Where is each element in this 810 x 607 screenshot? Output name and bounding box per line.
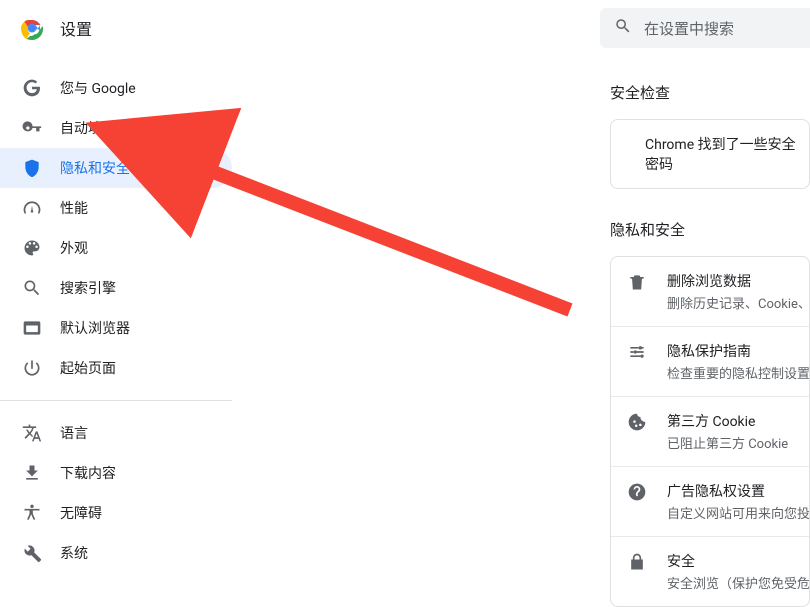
sidebar-label: 语言: [60, 423, 88, 443]
row-clear-browsing-data[interactable]: 删除浏览数据 删除历史记录、Cookie、: [611, 257, 809, 326]
row-sub: 自定义网站可用来向您投: [667, 503, 810, 522]
row-sub: 检查重要的隐私控制设置: [667, 363, 810, 382]
content-area: 安全检查 Chrome 找到了一些安全 密码 隐私和安全 删除浏览数据 删除历史…: [610, 70, 810, 607]
sidebar-item-languages[interactable]: 语言: [0, 413, 232, 453]
ads-icon: [627, 482, 647, 502]
row-sub: 删除历史记录、Cookie、: [667, 293, 810, 312]
shield-icon: [22, 158, 42, 178]
search-input[interactable]: 在设置中搜索: [600, 8, 810, 48]
speedometer-icon: [22, 198, 42, 218]
translate-icon: [22, 423, 42, 443]
security-check-card[interactable]: Chrome 找到了一些安全 密码: [610, 119, 810, 189]
sidebar-label: 您与 Google: [60, 78, 136, 98]
row-title: 安全: [667, 551, 810, 571]
accessibility-icon: [22, 503, 42, 523]
sidebar-label: 系统: [60, 543, 88, 563]
row-privacy-guide[interactable]: 隐私保护指南 检查重要的隐私控制设置: [611, 326, 809, 396]
row-security[interactable]: 安全 安全浏览（保护您免受危: [611, 536, 809, 606]
sidebar-item-downloads[interactable]: 下载内容: [0, 453, 232, 493]
row-third-party-cookies[interactable]: 第三方 Cookie 已阻止第三方 Cookie: [611, 396, 809, 466]
row-title: 广告隐私权设置: [667, 481, 810, 501]
download-icon: [22, 463, 42, 483]
sidebar-label: 自动填充和密码: [60, 118, 158, 138]
sidebar-label: 默认浏览器: [60, 318, 130, 338]
row-sub: 已阻止第三方 Cookie: [667, 433, 788, 452]
sidebar-item-search-engine[interactable]: 搜索引擎: [0, 268, 232, 308]
row-title: 删除浏览数据: [667, 271, 810, 291]
sidebar-label: 外观: [60, 238, 88, 258]
row-title: 隐私保护指南: [667, 341, 810, 361]
power-icon: [22, 358, 42, 378]
sidebar-label: 搜索引擎: [60, 278, 116, 298]
sidebar-item-accessibility[interactable]: 无障碍: [0, 493, 232, 533]
palette-icon: [22, 238, 42, 258]
cookie-icon: [627, 412, 647, 432]
sidebar-label: 下载内容: [60, 463, 116, 483]
lock-icon: [627, 552, 647, 572]
sidebar-label: 隐私和安全: [60, 158, 130, 178]
section-title-security-check: 安全检查: [610, 82, 810, 103]
sidebar-item-appearance[interactable]: 外观: [0, 228, 232, 268]
sidebar-item-system[interactable]: 系统: [0, 533, 232, 573]
row-ad-privacy[interactable]: 广告隐私权设置 自定义网站可用来向您投: [611, 466, 809, 536]
chrome-logo-icon: [20, 16, 44, 40]
trash-icon: [627, 272, 647, 292]
section-title-privacy: 隐私和安全: [610, 219, 810, 240]
sidebar-item-autofill[interactable]: 自动填充和密码: [0, 108, 232, 148]
google-g-icon: [22, 78, 42, 98]
sidebar-item-performance[interactable]: 性能: [0, 188, 232, 228]
security-card-line1: Chrome 找到了一些安全: [645, 134, 796, 154]
sidebar-label: 性能: [60, 198, 88, 218]
sidebar-item-privacy[interactable]: 隐私和安全: [0, 148, 232, 188]
key-icon: [22, 118, 42, 138]
row-sub: 安全浏览（保护您免受危: [667, 573, 810, 592]
security-card-line2: 密码: [645, 154, 796, 174]
privacy-card: 删除浏览数据 删除历史记录、Cookie、 隐私保护指南 检查重要的隐私控制设置…: [610, 256, 810, 607]
search-icon: [22, 278, 42, 298]
wrench-icon: [22, 543, 42, 563]
sidebar-item-default-browser[interactable]: 默认浏览器: [0, 308, 232, 348]
sidebar-item-on-startup[interactable]: 起始页面: [0, 348, 232, 388]
page-title: 设置: [60, 16, 92, 40]
sidebar: 您与 Google 自动填充和密码 隐私和安全 性能 外观 搜索引擎 默认浏: [0, 60, 240, 581]
search-icon: [614, 17, 644, 39]
row-title: 第三方 Cookie: [667, 411, 788, 431]
sidebar-divider: [0, 400, 232, 401]
browser-icon: [22, 318, 42, 338]
tune-icon: [627, 342, 647, 362]
search-placeholder: 在设置中搜索: [644, 18, 734, 39]
sidebar-label: 无障碍: [60, 503, 102, 523]
sidebar-item-google[interactable]: 您与 Google: [0, 68, 232, 108]
sidebar-label: 起始页面: [60, 358, 116, 378]
